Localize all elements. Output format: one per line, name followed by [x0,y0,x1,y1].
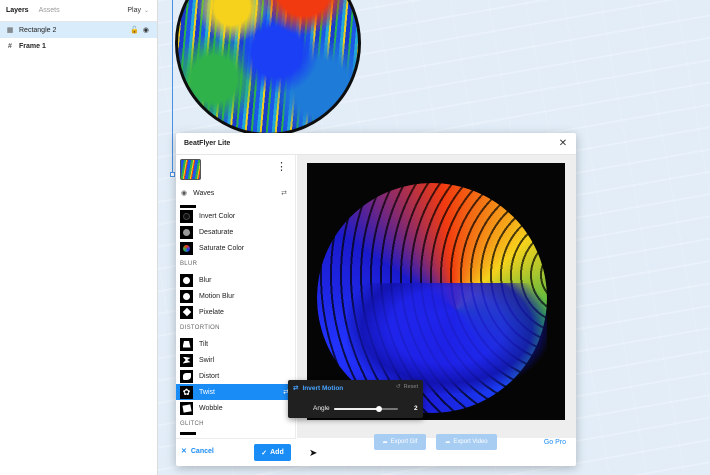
mouse-cursor-icon: ➤ [309,448,318,459]
effect-twist[interactable]: ✿ Twist ⇄ [176,384,295,400]
preview-swirl [347,283,547,393]
wobble-icon [180,401,193,415]
chevron-down-icon: ⌄ [143,8,149,14]
play-label: Play [127,7,141,14]
pixelate-icon [180,305,193,319]
effect-label: Invert Color [199,212,236,220]
footer-bar: ✕ Cancel ✓ Add [176,438,296,466]
window-titlebar: BeatFlyer Lite ✕ [176,133,576,155]
checkmark-icon: ✓ [261,449,268,457]
angle-slider-thumb[interactable] [375,406,382,412]
section-header-distortion: DISTORTION [180,325,220,331]
lock-icon[interactable]: 🔓 [130,26,139,34]
twist-icon: ✿ [180,385,193,399]
effect-wobble[interactable]: Wobble [176,400,295,416]
invert-motion-toggle[interactable]: ⇄ Invert Motion [293,384,344,393]
tab-assets[interactable]: Assets [39,7,60,14]
active-effect-label: Waves [193,189,215,197]
eye-icon[interactable]: ◉ [143,26,149,34]
layer-thumb-row: ⋮ [176,155,295,185]
effect-label: Pixelate [199,308,224,316]
effect-distort[interactable]: Distort [176,368,295,384]
layer-thumbnail[interactable] [180,159,201,180]
effect-label: Desaturate [199,228,234,236]
effect-label: Tilt [199,340,209,348]
distort-icon [180,369,193,383]
share-icon: ➦ [445,439,451,446]
panel-tabs: Layers Assets Play ⌄ [0,0,157,22]
export-bar: ➦ Export Gif ➦ Export Video Go Pro [297,431,576,453]
export-gif-button[interactable]: ➦ Export Gif [374,434,426,450]
close-icon: ✕ [181,448,187,455]
window-title: BeatFlyer Lite [184,140,231,147]
layers-panel: Layers Assets Play ⌄ ▦ Rectangle 2 🔓 ◉ #… [0,0,158,475]
export-video-button[interactable]: ➦ Export Video [436,434,497,450]
tilt-icon [180,337,193,351]
saturate-color-icon [180,241,193,255]
effect-invert-color[interactable]: Invert Color [176,208,295,224]
effect-pixelate[interactable]: Pixelate [176,304,295,320]
export-video-label: Export Video [453,439,488,445]
effects-list: ⋮ ◉ Waves ⇄ Invert Color Desaturate Satu… [176,155,296,438]
sliders-icon[interactable]: ⇄ [281,189,287,197]
invert-color-icon [180,209,193,223]
effect-label: Twist [199,388,215,396]
effect-label: Wobble [199,404,223,412]
layer-name: Frame 1 [19,42,46,50]
close-icon: ✕ [558,137,568,149]
share-icon: ➦ [382,439,388,446]
add-label: Add [270,449,284,456]
effect-desaturate[interactable]: Desaturate [176,224,295,240]
tab-layers[interactable]: Layers [6,7,29,14]
effect-label: Blur [199,276,212,284]
effect-label: Motion Blur [199,292,235,300]
angle-label: Angle [313,405,330,412]
selection-outline [172,0,173,175]
effect-label: Distort [199,372,220,380]
blur-icon [180,273,193,287]
reset-label: Reset [403,384,418,390]
export-gif-label: Export Gif [390,439,418,445]
angle-value[interactable]: 2 [414,405,418,412]
active-effect-row[interactable]: ◉ Waves ⇄ [176,185,295,201]
cancel-button[interactable]: ✕ Cancel [181,447,214,456]
layer-name: Rectangle 2 [19,26,57,34]
close-button[interactable]: ✕ [558,137,568,149]
motion-blur-icon [180,289,193,303]
frame-icon: # [8,42,12,50]
eye-icon[interactable]: ◉ [181,189,187,197]
go-pro-link[interactable]: Go Pro [544,439,566,446]
layer-actions: 🔓 ◉ [130,26,149,34]
layer-row-frame-1[interactable]: # Frame 1 [0,38,157,54]
swirl-icon [180,353,193,367]
swap-icon: ⇄ [293,385,299,392]
section-header-blur: BLUR [180,261,198,267]
reset-button[interactable]: ↺ Reset [396,384,418,390]
cancel-label: Cancel [190,447,214,455]
reset-icon: ↺ [396,384,401,390]
selection-handle[interactable] [170,172,175,177]
effect-saturate-color[interactable]: Saturate Color [176,240,295,256]
effect-label: Swirl [199,356,215,364]
effect-tilt[interactable]: Tilt [176,336,295,352]
section-header-glitch: GLITCH [180,421,204,427]
add-button[interactable]: ✓ Add [254,444,291,461]
invert-motion-label: Invert Motion [302,384,344,392]
layer-row-rectangle-2[interactable]: ▦ Rectangle 2 🔓 ◉ [0,22,157,38]
angle-slider[interactable] [334,406,398,412]
angle-slider-fill [334,408,379,410]
play-menu[interactable]: Play ⌄ [127,7,149,14]
desaturate-icon [180,225,193,239]
effect-blur[interactable]: Blur [176,272,295,288]
more-options-icon[interactable]: ⋮ [276,162,287,173]
effect-motion-blur[interactable]: Motion Blur [176,288,295,304]
effect-swirl[interactable]: Swirl [176,352,295,368]
effect-divider [180,432,196,435]
effect-label: Saturate Color [199,244,245,252]
grid-icon: ▦ [6,27,14,34]
effect-settings-popover: ⇄ Invert Motion ↺ Reset Angle 2 [288,380,423,418]
